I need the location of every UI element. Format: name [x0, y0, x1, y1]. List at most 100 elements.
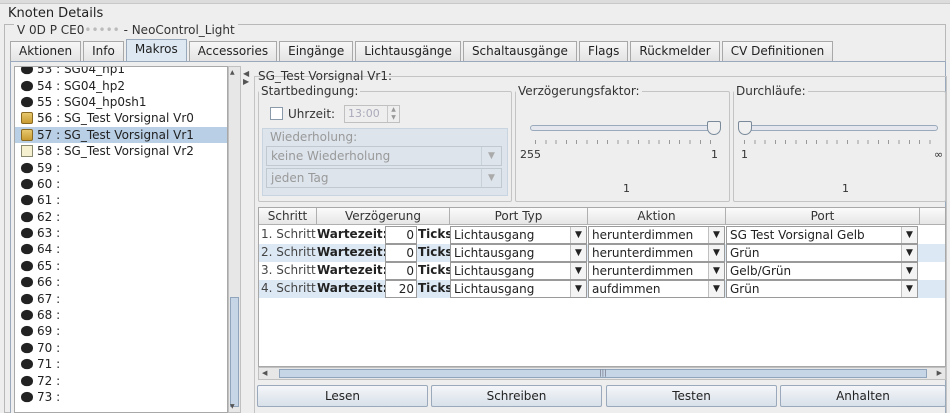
- list-item-label: 57 : SG_Test Vorsignal Vr1: [37, 127, 194, 142]
- list-item[interactable]: 69 :: [15, 323, 227, 339]
- tab-aktionen[interactable]: Aktionen: [10, 41, 82, 61]
- port-type-select[interactable]: Lichtausgang ▼: [450, 226, 587, 244]
- list-item[interactable]: 60 :: [15, 176, 227, 192]
- scroll-left-icon[interactable]: ◀: [262, 368, 267, 379]
- list-item[interactable]: 64 :: [15, 241, 227, 257]
- delay-input[interactable]: 0: [385, 262, 417, 280]
- redacted-text: •••••: [84, 23, 120, 37]
- macro-list-scrollbar[interactable]: ▲ ▼: [228, 66, 241, 413]
- diamond-icon: [21, 309, 33, 321]
- repetition-select[interactable]: keine Wiederholung ▼: [266, 146, 502, 166]
- list-item-label: 70 :: [37, 340, 61, 355]
- scroll-right-icon[interactable]: ▶: [937, 368, 942, 379]
- list-item[interactable]: 54 : SG04_hp2: [15, 77, 227, 93]
- list-item[interactable]: 61 :: [15, 192, 227, 208]
- chevron-down-icon: ▼: [570, 245, 586, 261]
- uhrzeit-checkbox[interactable]: [270, 107, 283, 120]
- list-item[interactable]: 55 : SG04_hp0sh1: [15, 94, 227, 110]
- diamond-icon: [21, 80, 33, 91]
- delay-slider-track[interactable]: [530, 125, 720, 131]
- tab-makros[interactable]: Makros: [125, 39, 187, 61]
- list-item[interactable]: 66 :: [15, 274, 227, 290]
- list-item[interactable]: 53 : SG04_hp1: [15, 67, 227, 77]
- port-type-select[interactable]: Lichtausgang ▼: [450, 262, 587, 280]
- diamond-icon: [21, 67, 33, 75]
- repetition-select-value: keine Wiederholung: [271, 149, 391, 163]
- start-condition-legend: Startbedingung:: [261, 84, 359, 98]
- list-item[interactable]: 63 :: [15, 225, 227, 241]
- port-type-value: Lichtausgang: [454, 246, 535, 260]
- list-item[interactable]: 58 : SG_Test Vorsignal Vr2: [15, 143, 227, 159]
- action-select[interactable]: aufdimmen ▼: [588, 280, 725, 298]
- table-row[interactable]: 2. Schritt Wartezeit: 0 Ticks Lichtausgang ▼ h…: [259, 244, 945, 262]
- split-collapse-icon[interactable]: ◀ ▶: [243, 70, 251, 86]
- tab-accessories[interactable]: Accessories: [188, 41, 278, 61]
- table-row[interactable]: 4. Schritt Wartezeit: 20 Ticks Lichtausgang ▼…: [259, 280, 945, 298]
- list-item[interactable]: 70 :: [15, 340, 227, 356]
- chevron-down-icon: ▼: [708, 245, 724, 261]
- scroll-up-icon[interactable]: ▲: [230, 69, 235, 76]
- time-spinner[interactable]: 13:00 ▲ ▼: [344, 105, 400, 123]
- list-item[interactable]: 56 : SG_Test Vorsignal Vr0: [15, 110, 227, 126]
- column-header-action[interactable]: Aktion: [588, 208, 726, 225]
- ticks-label: Ticks: [418, 245, 453, 259]
- diamond-icon: [21, 178, 33, 190]
- chevron-down-icon: ▼: [901, 263, 917, 279]
- list-item[interactable]: 57 : SG_Test Vorsignal Vr1: [15, 126, 227, 143]
- diamond-icon: [21, 195, 33, 206]
- table-row[interactable]: 1. Schritt Wartezeit: 0 Ticks Lichtausgang ▼ h…: [259, 226, 945, 244]
- scroll-down-icon[interactable]: ▼: [230, 403, 235, 410]
- table-horizontal-scrollbar[interactable]: ◀ ||| ▶: [258, 367, 946, 380]
- horizontal-scroll-thumb[interactable]: |||: [279, 369, 927, 378]
- delay-slider-knob[interactable]: [707, 121, 721, 135]
- list-item[interactable]: 67 :: [15, 290, 227, 306]
- list-item-label: 65 :: [37, 258, 61, 273]
- runs-slider-knob[interactable]: [738, 121, 752, 135]
- delay-input[interactable]: 0: [385, 244, 417, 262]
- diamond-icon: [21, 293, 33, 304]
- port-select[interactable]: Grün ▼: [726, 280, 918, 298]
- list-item[interactable]: 65 :: [15, 258, 227, 274]
- write-button[interactable]: Schreiben: [431, 385, 602, 407]
- runs-slider-track[interactable]: [740, 125, 938, 131]
- stop-button[interactable]: Anhalten: [780, 385, 946, 407]
- port-value: Grün: [730, 282, 760, 296]
- tab-cv-definitionen[interactable]: CV Definitionen: [721, 41, 834, 61]
- port-select[interactable]: SG Test Vorsignal Gelb ▼: [726, 226, 918, 244]
- macro-list[interactable]: 53 : SG04_hp1 54 : SG04_hp2 55 : SG04_hp0s…: [14, 66, 228, 413]
- list-item[interactable]: 71 :: [15, 356, 227, 372]
- delay-slider-ticks: [535, 140, 715, 144]
- list-item[interactable]: 59 :: [15, 159, 227, 175]
- table-row[interactable]: 3. Schritt Wartezeit: 0 Ticks Lichtausgang ▼ h…: [259, 262, 945, 280]
- read-button[interactable]: Lesen: [257, 385, 428, 407]
- tab-lichtausg-nge[interactable]: Lichtausgänge: [355, 41, 461, 61]
- tab-r-ckmelder[interactable]: Rückmelder: [630, 41, 720, 61]
- day-select[interactable]: jeden Tag ▼: [266, 168, 502, 188]
- list-item[interactable]: 68 :: [15, 307, 227, 323]
- spinner-arrows-icon[interactable]: ▲ ▼: [387, 106, 399, 122]
- tab-schaltausg-nge[interactable]: Schaltausgänge: [462, 41, 577, 61]
- scroll-thumb[interactable]: [230, 297, 239, 407]
- action-select[interactable]: herunterdimmen ▼: [588, 262, 725, 280]
- action-select[interactable]: herunterdimmen ▼: [588, 244, 725, 262]
- column-header-step[interactable]: Schritt: [259, 208, 317, 225]
- list-item[interactable]: 73 :: [15, 389, 227, 405]
- column-header-port[interactable]: Port: [726, 208, 920, 225]
- delay-input[interactable]: 20: [385, 280, 417, 298]
- port-type-select[interactable]: Lichtausgang ▼: [450, 244, 587, 262]
- list-item[interactable]: 72 :: [15, 372, 227, 388]
- delay-input[interactable]: 0: [385, 226, 417, 244]
- tab-eing-nge[interactable]: Eingänge: [279, 41, 354, 61]
- list-item[interactable]: 62 :: [15, 209, 227, 225]
- tab-info[interactable]: Info: [83, 41, 124, 61]
- action-select[interactable]: herunterdimmen ▼: [588, 226, 725, 244]
- port-type-select[interactable]: Lichtausgang ▼: [450, 280, 587, 298]
- column-header-delay[interactable]: Verzögerung: [317, 208, 450, 225]
- list-item-label: 66 :: [37, 275, 61, 290]
- test-button[interactable]: Testen: [606, 385, 777, 407]
- port-value: SG Test Vorsignal Gelb: [730, 228, 865, 242]
- column-header-port-type[interactable]: Port Typ: [450, 208, 588, 225]
- port-select[interactable]: Grün ▼: [726, 244, 918, 262]
- port-select[interactable]: Gelb/Grün ▼: [726, 262, 918, 280]
- tab-flags[interactable]: Flags: [578, 41, 629, 61]
